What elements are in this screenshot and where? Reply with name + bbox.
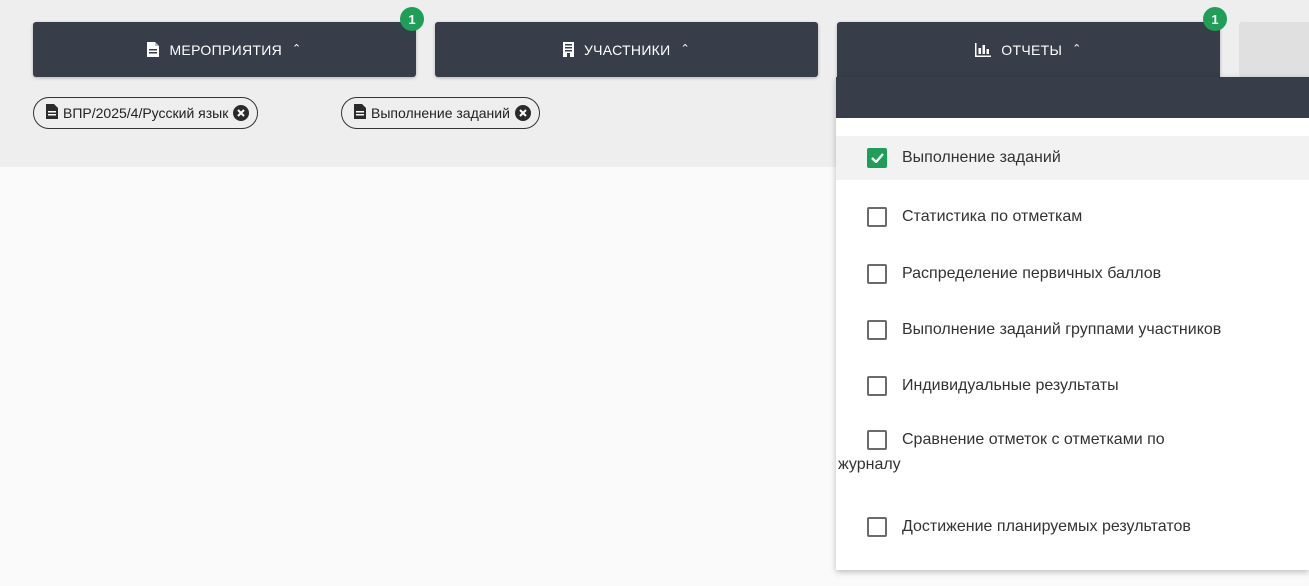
option-label-line2: журналу: [838, 456, 901, 473]
tab-participants[interactable]: УЧАСТНИКИ ⌃: [435, 22, 818, 77]
option-label: Достижение планируемых результатов: [902, 518, 1191, 535]
report-option-grade-statistics[interactable]: Статистика по отметкам: [836, 195, 1309, 239]
tab-events-badge: 1: [400, 7, 424, 31]
building-icon: [562, 42, 574, 57]
chevron-up-icon: ⌃: [680, 43, 691, 55]
checkbox[interactable]: [867, 320, 887, 340]
tab-reports-label: ОТЧЕТЫ: [1001, 41, 1063, 58]
option-label: Статистика по отметкам: [902, 208, 1083, 225]
document-icon: [46, 104, 58, 122]
report-option-individual-results[interactable]: Индивидуальные результаты: [836, 364, 1309, 408]
filter-chip-report[interactable]: Выполнение заданий: [341, 97, 540, 129]
chip-label: Выполнение заданий: [371, 105, 510, 121]
option-label: Выполнение заданий группами участников: [902, 321, 1222, 338]
option-label: Выполнение заданий: [902, 149, 1061, 166]
close-icon[interactable]: [514, 105, 531, 121]
report-option-grade-comparison[interactable]: Сравнение отметок с отметками по журналу: [836, 427, 1309, 487]
document-icon: [354, 104, 366, 122]
checkbox[interactable]: [867, 517, 887, 537]
tab-participants-label: УЧАСТНИКИ: [583, 41, 671, 58]
checkbox[interactable]: [867, 207, 887, 227]
close-icon[interactable]: [233, 105, 250, 121]
report-option-group-task-completion[interactable]: Выполнение заданий группами участников: [836, 308, 1309, 352]
option-label-line1: Сравнение отметок с отметками по: [902, 431, 1165, 448]
chevron-up-icon: ⌃: [292, 43, 302, 55]
tab-disabled: ЗА: [1239, 22, 1309, 77]
tab-events[interactable]: МЕРОПРИЯТИЯ ⌃: [33, 22, 416, 77]
report-option-task-completion[interactable]: Выполнение заданий: [836, 136, 1309, 180]
tab-events-label: МЕРОПРИЯТИЯ: [169, 41, 282, 58]
checkbox[interactable]: [867, 376, 887, 396]
filter-chip-event[interactable]: ВПР/2025/4/Русский язык: [33, 97, 259, 129]
tab-reports-badge: 1: [1203, 7, 1227, 31]
reports-dropdown: Выполнение заданий Статистика по отметка…: [836, 77, 1309, 570]
checkbox[interactable]: [867, 264, 887, 284]
chip-label: ВПР/2025/4/Русский язык: [63, 105, 229, 121]
checkbox-checked[interactable]: [867, 148, 887, 168]
report-option-score-distribution[interactable]: Распределение первичных баллов: [836, 252, 1309, 296]
document-icon: [147, 42, 160, 57]
dropdown-header: [836, 77, 1309, 118]
option-label: Индивидуальные результаты: [902, 377, 1119, 394]
chevron-up-icon: ⌃: [1072, 43, 1082, 55]
option-label: Распределение первичных баллов: [902, 265, 1162, 282]
report-option-planned-results[interactable]: Достижение планируемых результатов: [836, 505, 1309, 549]
checkbox[interactable]: [867, 429, 887, 450]
tab-reports[interactable]: ОТЧЕТЫ ⌃: [837, 22, 1220, 77]
bar-chart-icon: [975, 42, 992, 57]
